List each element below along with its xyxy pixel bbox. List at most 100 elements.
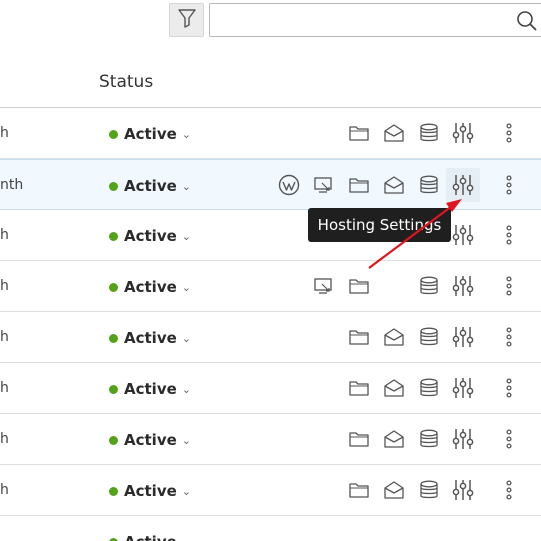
chevron-down-icon: ⌄ <box>181 229 191 243</box>
sliders-icon[interactable] <box>451 223 475 247</box>
chevron-down-icon: ⌄ <box>181 280 191 294</box>
status-dot <box>109 384 118 394</box>
status-dropdown[interactable]: Active ⌄ <box>109 482 191 500</box>
sliders-icon[interactable] <box>451 478 475 502</box>
sliders-icon[interactable] <box>451 121 475 145</box>
status-label: Active <box>124 278 177 296</box>
table-row: Active ⌄ <box>0 516 541 541</box>
mail-icon[interactable] <box>382 325 406 349</box>
status-dot <box>109 486 118 496</box>
table-body: h Active ⌄ nth Active ⌄ h Active ⌄ h Active ⌄ h Activ… <box>0 108 541 541</box>
folder-icon[interactable] <box>347 274 371 298</box>
row-name-fragment: h <box>0 125 9 141</box>
status-dot <box>109 435 118 445</box>
mail-icon[interactable] <box>382 478 406 502</box>
row-name-fragment: h <box>0 380 9 396</box>
mail-icon[interactable] <box>382 121 406 145</box>
table-row: h Active ⌄ <box>0 363 541 414</box>
chevron-down-icon: ⌄ <box>181 484 191 498</box>
status-dot <box>109 282 118 292</box>
table-row: h Active ⌄ <box>0 108 541 159</box>
row-name-fragment: h <box>0 482 9 498</box>
table-row: h Active ⌄ <box>0 465 541 516</box>
sliders-icon[interactable] <box>451 325 475 349</box>
more-vertical-icon[interactable] <box>497 376 521 400</box>
status-dropdown[interactable]: Active ⌄ <box>109 278 191 296</box>
more-vertical-icon[interactable] <box>497 121 521 145</box>
database-icon[interactable] <box>417 274 441 298</box>
sliders-icon[interactable] <box>451 376 475 400</box>
folder-icon[interactable] <box>347 376 371 400</box>
folder-icon[interactable] <box>347 121 371 145</box>
table-row: h Active ⌄ <box>0 312 541 363</box>
database-icon[interactable] <box>417 121 441 145</box>
table-row: h Active ⌄ <box>0 210 541 261</box>
chevron-down-icon: ⌄ <box>181 179 191 193</box>
status-label: Active <box>124 227 177 245</box>
folder-icon[interactable] <box>347 173 371 197</box>
search-input[interactable] <box>209 3 541 37</box>
database-icon[interactable] <box>417 173 441 197</box>
row-name-fragment: h <box>0 329 9 345</box>
sliders-icon[interactable] <box>451 274 475 298</box>
table-row: h Active ⌄ <box>0 261 541 312</box>
status-dropdown[interactable]: Active ⌄ <box>109 125 191 143</box>
status-dot <box>109 181 118 191</box>
status-dropdown[interactable]: Active ⌄ <box>109 533 191 541</box>
status-label: Active <box>124 177 177 195</box>
database-icon[interactable] <box>417 325 441 349</box>
monitor-icon[interactable] <box>312 274 336 298</box>
more-vertical-icon[interactable] <box>497 274 521 298</box>
filter-button[interactable] <box>169 3 204 37</box>
status-dropdown[interactable]: Active ⌄ <box>109 380 191 398</box>
chevron-down-icon: ⌄ <box>181 433 191 447</box>
status-dropdown[interactable]: Active ⌄ <box>109 431 191 449</box>
row-name-fragment: h <box>0 278 9 294</box>
funnel-icon <box>177 8 196 32</box>
status-label: Active <box>124 125 177 143</box>
more-vertical-icon[interactable] <box>497 427 521 451</box>
status-dot <box>109 333 118 343</box>
magnifier-icon[interactable] <box>516 10 538 36</box>
status-dot <box>109 231 118 241</box>
folder-icon[interactable] <box>347 478 371 502</box>
status-column-header[interactable]: Status <box>99 72 153 92</box>
toolbar <box>0 0 541 50</box>
status-dropdown[interactable]: Active ⌄ <box>109 329 191 347</box>
more-vertical-icon[interactable] <box>497 478 521 502</box>
chevron-down-icon: ⌄ <box>181 127 191 141</box>
database-icon[interactable] <box>417 478 441 502</box>
database-icon[interactable] <box>417 427 441 451</box>
mail-icon[interactable] <box>382 427 406 451</box>
row-name-fragment: h <box>0 227 9 243</box>
status-dot <box>109 537 118 541</box>
monitor-icon[interactable] <box>312 173 336 197</box>
row-name-fragment: h <box>0 431 9 447</box>
hosting-settings-tooltip: Hosting Settings <box>308 208 451 242</box>
folder-icon[interactable] <box>347 325 371 349</box>
mail-icon[interactable] <box>382 173 406 197</box>
status-dropdown[interactable]: Active ⌄ <box>109 177 191 195</box>
wordpress-icon[interactable] <box>277 173 301 197</box>
status-label: Active <box>124 533 177 541</box>
status-label: Active <box>124 329 177 347</box>
chevron-down-icon: ⌄ <box>182 536 191 541</box>
more-vertical-icon[interactable] <box>497 325 521 349</box>
status-dot <box>109 129 118 139</box>
more-vertical-icon[interactable] <box>497 173 521 197</box>
row-name-fragment: nth <box>0 177 24 193</box>
chevron-down-icon: ⌄ <box>181 382 191 396</box>
table-row: h Active ⌄ <box>0 414 541 465</box>
status-label: Active <box>124 431 177 449</box>
more-vertical-icon[interactable] <box>497 223 521 247</box>
sliders-icon[interactable] <box>451 427 475 451</box>
database-icon[interactable] <box>417 376 441 400</box>
status-dropdown[interactable]: Active ⌄ <box>109 227 191 245</box>
table-header: Status <box>0 50 541 108</box>
status-label: Active <box>124 482 177 500</box>
chevron-down-icon: ⌄ <box>181 331 191 345</box>
folder-icon[interactable] <box>347 427 371 451</box>
mail-icon[interactable] <box>382 376 406 400</box>
sliders-icon[interactable] <box>446 168 480 202</box>
status-label: Active <box>124 380 177 398</box>
